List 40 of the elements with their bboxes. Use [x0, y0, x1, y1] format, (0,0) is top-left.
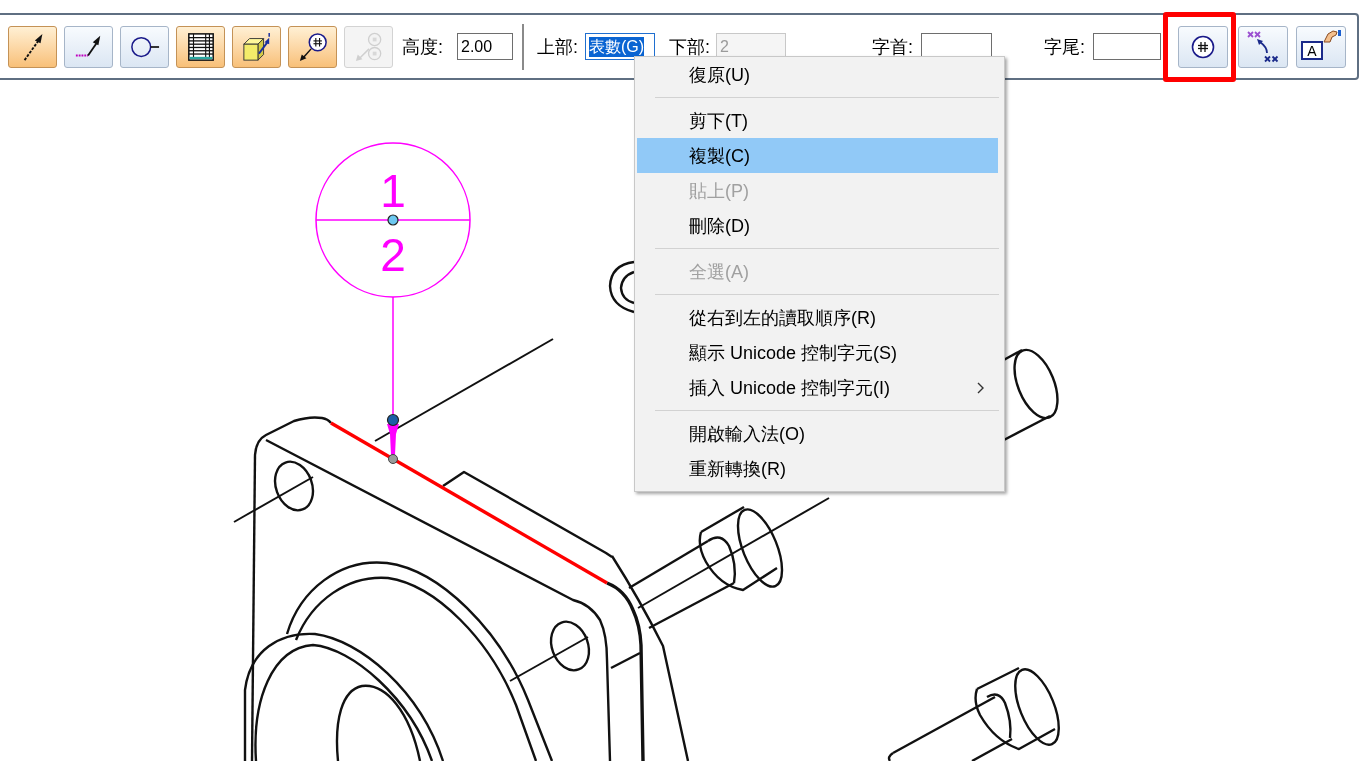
field-label: 下部:: [669, 37, 711, 56]
menu-item[interactable]: 從右到左的讀取順序(R): [637, 300, 998, 335]
cube-arrow-icon: [241, 31, 272, 62]
handle-dot-icon[interactable]: [386, 413, 400, 427]
hand-icon: [1322, 29, 1341, 44]
balloon-number: 1: [380, 165, 406, 217]
bolt-drawing: [608, 260, 635, 314]
menu-item[interactable]: 剪下(T): [637, 103, 998, 138]
menu-item[interactable]: 復原(U): [637, 57, 998, 92]
tool-button[interactable]: [288, 25, 337, 68]
balloon-number: 2: [380, 229, 406, 281]
tool-button[interactable]: A: [1296, 25, 1346, 68]
tool-button[interactable]: [8, 25, 57, 68]
menu-item[interactable]: 重新轉換(R): [637, 451, 998, 486]
tool-button[interactable]: [120, 25, 169, 68]
stacked-balloons-icon: [353, 31, 384, 62]
tool-button[interactable]: [176, 25, 225, 68]
tool-button[interactable]: [64, 25, 113, 68]
menu-item[interactable]: 複製(C): [637, 138, 998, 173]
menu-item[interactable]: 顯示 Unicode 控制字元(S): [637, 335, 998, 370]
table-grid-icon: [185, 31, 216, 62]
menu-item[interactable]: 插入 Unicode 控制字元(I): [637, 370, 998, 405]
text-field[interactable]: 表數(G): [585, 33, 655, 60]
field-label: 字尾:: [1044, 37, 1086, 56]
text-field[interactable]: [1093, 33, 1161, 60]
text-field[interactable]: 2.00: [457, 33, 513, 60]
tool-button[interactable]: [1238, 25, 1288, 68]
cross-marks-arrow-icon: [1247, 30, 1279, 63]
field-label: 上部:: [537, 37, 579, 56]
circled-hash-icon: [1191, 34, 1215, 59]
field-label: 高度:: [402, 37, 444, 56]
chevron-right-icon: [977, 381, 984, 394]
field-label: 字首:: [872, 37, 914, 56]
tool-button[interactable]: [232, 25, 281, 68]
menu-item[interactable]: 刪除(D): [637, 208, 998, 243]
tool-button[interactable]: [1178, 25, 1228, 68]
handle-dot-icon[interactable]: [387, 214, 399, 226]
menu-item[interactable]: 開啟輸入法(O): [637, 416, 998, 451]
endpoint-dot-icon[interactable]: [388, 454, 398, 464]
balloon-arrow-icon: [297, 31, 328, 62]
